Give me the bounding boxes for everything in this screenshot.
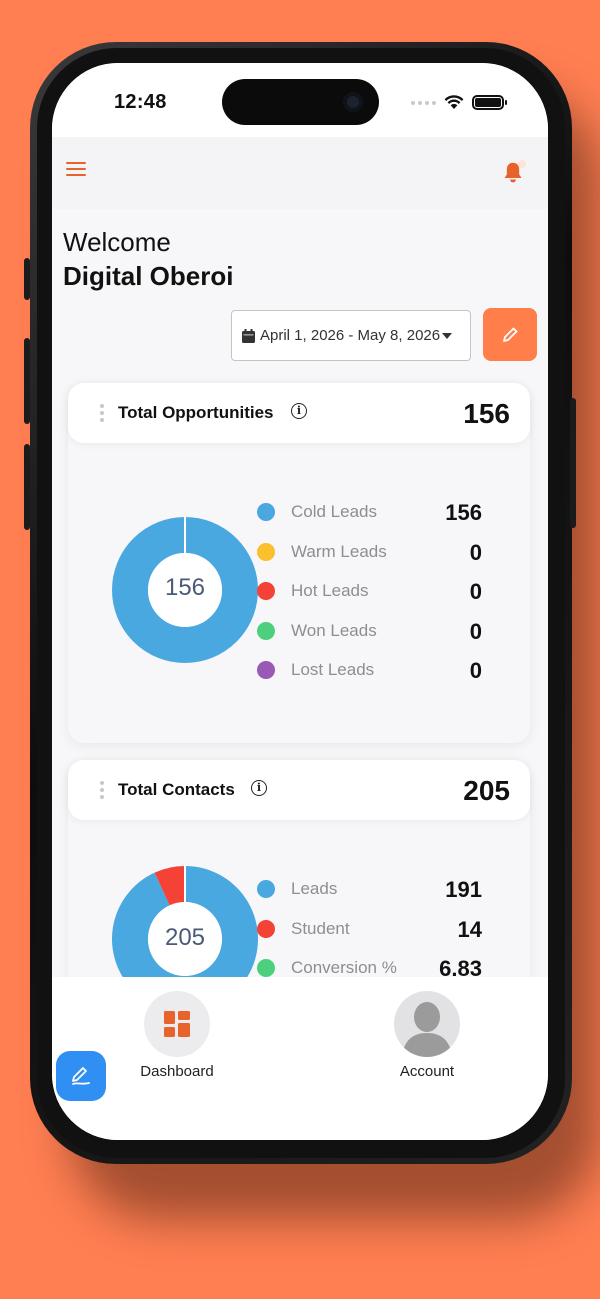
user-avatar-icon bbox=[394, 991, 460, 1057]
power-button bbox=[570, 398, 576, 528]
dynamic-island bbox=[222, 79, 379, 125]
contacts-title: Total Contacts bbox=[118, 780, 235, 799]
legend-dot bbox=[257, 880, 275, 898]
legend-value: 14 bbox=[457, 916, 482, 942]
legend-row-warm-leads: Warm Leads 0 bbox=[257, 539, 482, 565]
legend-dot bbox=[257, 582, 275, 601]
legend-row-won-leads: Won Leads 0 bbox=[257, 618, 482, 644]
legend-row-hot-leads: Hot Leads 0 bbox=[257, 579, 482, 605]
app-content: Welcome Digital Oberoi April 1, 2026 - M… bbox=[52, 137, 548, 1020]
date-range-picker[interactable]: April 1, 2026 - May 8, 2026 bbox=[231, 310, 471, 361]
legend-dot bbox=[257, 542, 275, 561]
opportunities-total: 156 bbox=[463, 398, 510, 429]
front-camera bbox=[343, 92, 363, 112]
app-header bbox=[52, 137, 548, 209]
info-icon[interactable]: i bbox=[251, 780, 267, 796]
nav-account[interactable]: Account bbox=[377, 991, 477, 1080]
opportunities-card: Total Opportunities i 156 156 Cold Leads… bbox=[68, 383, 530, 743]
caret-down-icon bbox=[442, 332, 453, 339]
contacts-donut-total: 205 bbox=[164, 924, 206, 951]
legend-label: Conversion % bbox=[291, 958, 397, 978]
legend-value: 0 bbox=[469, 618, 482, 644]
notification-button[interactable] bbox=[498, 157, 528, 187]
legend-dot bbox=[257, 661, 275, 680]
legend-label: Warm Leads bbox=[291, 541, 387, 561]
wifi-icon bbox=[444, 95, 464, 109]
notification-badge bbox=[518, 160, 526, 168]
status-time: 12:48 bbox=[114, 91, 167, 113]
legend-value: 191 bbox=[445, 877, 482, 902]
legend-row-lost-leads: Lost Leads 0 bbox=[257, 658, 482, 684]
opportunities-card-header: Total Opportunities i 156 bbox=[68, 383, 530, 443]
dashboard-grid-icon bbox=[164, 1011, 190, 1037]
pencil-icon bbox=[503, 327, 518, 342]
date-range-text: April 1, 2026 - May 8, 2026 bbox=[260, 327, 441, 344]
calendar-icon bbox=[242, 328, 255, 343]
phone-screen: 12:48 Welcome Digital Oberoi April 1, 20… bbox=[52, 63, 548, 1140]
edit-note-icon bbox=[72, 1067, 90, 1085]
legend-label: Hot Leads bbox=[291, 581, 369, 601]
contacts-card-header: Total Contacts i 205 bbox=[68, 760, 530, 820]
opportunities-donut-total: 156 bbox=[164, 574, 206, 601]
legend-value: 156 bbox=[445, 500, 482, 525]
legend-row-cold-leads: Cold Leads 156 bbox=[257, 500, 482, 525]
legend-value: 0 bbox=[469, 658, 482, 684]
legend-label: Leads bbox=[291, 879, 338, 898]
drag-handle-icon[interactable] bbox=[100, 781, 104, 802]
info-icon[interactable]: i bbox=[291, 403, 307, 419]
nav-dashboard[interactable]: Dashboard bbox=[127, 991, 227, 1080]
opportunities-title: Total Opportunities bbox=[118, 403, 274, 422]
nav-dashboard-label: Dashboard bbox=[140, 1063, 214, 1080]
dashboard-icon-circle bbox=[144, 991, 210, 1057]
legend-row-student: Student 14 bbox=[257, 916, 482, 942]
status-bar: 12:48 bbox=[52, 63, 548, 137]
legend-label: Won Leads bbox=[291, 620, 377, 640]
action-button bbox=[24, 258, 30, 300]
cellular-signal-icon bbox=[411, 100, 436, 105]
legend-label: Lost Leads bbox=[291, 660, 375, 680]
opportunities-chart-area: 156 Cold Leads 156 Warm Leads 0 Hot Leads 0 Wo… bbox=[96, 465, 502, 705]
edit-button[interactable] bbox=[483, 308, 537, 361]
volume-up-button bbox=[24, 338, 30, 424]
user-name: Digital Oberoi bbox=[63, 261, 234, 291]
hamburger-menu-icon[interactable] bbox=[64, 158, 88, 182]
legend-row-leads: Leads 191 bbox=[257, 877, 482, 902]
legend-label: Student bbox=[291, 918, 350, 938]
battery-icon bbox=[472, 95, 507, 110]
legend-value: 0 bbox=[469, 539, 482, 565]
bottom-navigation: Dashboard Account bbox=[52, 977, 548, 1140]
legend-dot bbox=[257, 919, 275, 938]
legend-dot bbox=[257, 621, 275, 640]
drag-handle-icon[interactable] bbox=[100, 404, 104, 425]
volume-down-button bbox=[24, 444, 30, 530]
nav-account-label: Account bbox=[399, 1063, 455, 1080]
floating-edit-button[interactable] bbox=[56, 1051, 106, 1101]
status-icons bbox=[411, 95, 507, 110]
contacts-total: 205 bbox=[463, 775, 510, 806]
legend-value: 0 bbox=[469, 579, 482, 605]
legend-dot bbox=[257, 503, 275, 521]
legend-dot bbox=[257, 959, 275, 978]
legend-label: Cold Leads bbox=[291, 502, 378, 521]
welcome-text: Welcome bbox=[63, 227, 171, 257]
